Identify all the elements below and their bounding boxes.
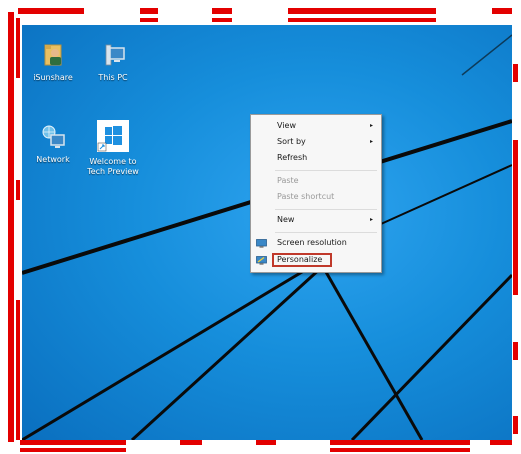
frame-dash xyxy=(20,448,126,452)
user-folder-icon xyxy=(38,39,68,69)
menu-item-sort-by[interactable]: Sort by ▸ xyxy=(277,135,377,149)
menu-separator xyxy=(275,232,377,233)
submenu-arrow-icon: ▸ xyxy=(369,122,373,129)
frame-dash xyxy=(8,12,14,442)
frame-dash xyxy=(256,440,276,445)
submenu-arrow-icon: ▸ xyxy=(369,138,373,145)
frame-dash xyxy=(513,416,518,434)
personalize-icon xyxy=(256,256,267,265)
frame-dash xyxy=(212,18,232,22)
frame-dash xyxy=(16,300,20,440)
frame-dash xyxy=(490,440,512,445)
frame-dash xyxy=(16,18,20,78)
desktop-icon-this-pc[interactable]: This PC xyxy=(83,39,143,83)
frame-dash xyxy=(513,64,518,82)
desktop-background[interactable]: iSunshare This PC Network Welcome to Tec… xyxy=(22,25,512,440)
menu-item-paste-shortcut[interactable]: Paste shortcut xyxy=(277,190,377,204)
submenu-arrow-icon: ▸ xyxy=(369,216,373,223)
personalize-highlight-box xyxy=(272,253,332,267)
computer-icon xyxy=(98,39,128,69)
desktop-icon-label: iSunshare xyxy=(33,73,73,82)
frame-dash xyxy=(513,140,518,295)
screenshot-frame: iSunshare This PC Network Welcome to Tec… xyxy=(0,0,521,454)
menu-item-view[interactable]: View ▸ xyxy=(277,119,377,133)
frame-dash xyxy=(16,180,20,200)
desktop-icon-network[interactable]: Network xyxy=(23,121,83,165)
desktop-context-menu: View ▸ Sort by ▸ Refresh Paste Paste sho… xyxy=(250,114,382,273)
menu-item-screen-resolution[interactable]: Screen resolution xyxy=(277,236,377,250)
desktop-icon-isunshare[interactable]: iSunshare xyxy=(23,39,83,83)
frame-dash xyxy=(492,8,512,14)
menu-separator xyxy=(275,170,377,171)
desktop-icon-label: This PC xyxy=(98,73,128,82)
desktop-icon-label: Welcome to Tech Preview xyxy=(87,157,139,176)
windows-tile-icon xyxy=(96,119,130,153)
frame-dash xyxy=(140,8,158,14)
frame-dash xyxy=(20,440,126,445)
frame-dash xyxy=(513,342,518,360)
frame-dash xyxy=(140,18,158,22)
frame-dash xyxy=(330,448,470,452)
desktop-icon-welcome[interactable]: Welcome to Tech Preview xyxy=(83,119,143,177)
network-icon xyxy=(38,121,68,151)
frame-dash xyxy=(330,440,470,445)
menu-item-refresh[interactable]: Refresh xyxy=(277,151,377,165)
menu-item-paste[interactable]: Paste xyxy=(277,174,377,188)
frame-dash xyxy=(212,8,232,14)
frame-dash xyxy=(288,8,436,14)
frame-dash xyxy=(288,18,436,22)
frame-dash xyxy=(18,8,84,14)
screen-resolution-icon xyxy=(256,239,267,248)
desktop-icon-label: Network xyxy=(36,155,70,164)
menu-item-new[interactable]: New ▸ xyxy=(277,213,377,227)
frame-dash xyxy=(180,440,202,445)
menu-separator xyxy=(275,209,377,210)
